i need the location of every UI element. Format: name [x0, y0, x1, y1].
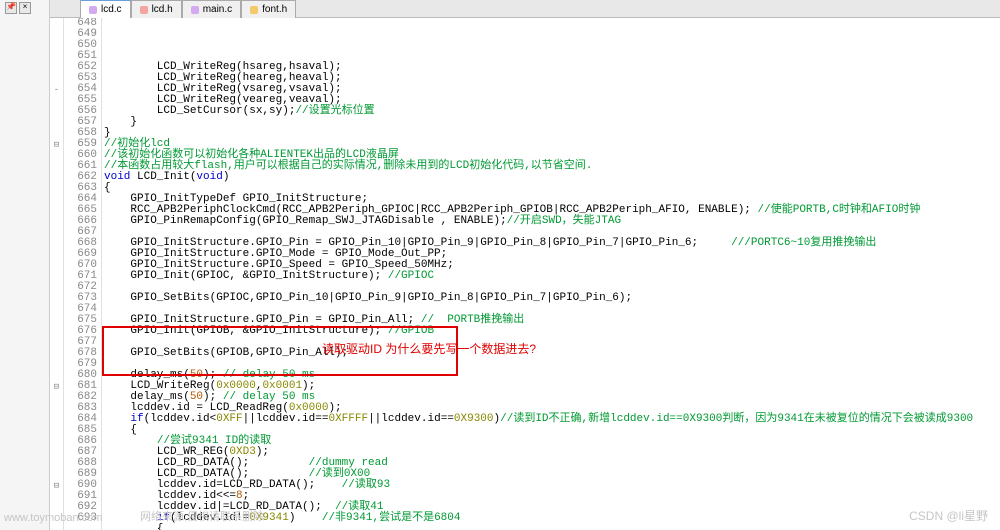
tab-label: lcd.c	[101, 4, 122, 15]
fold-toggle	[50, 272, 63, 283]
fold-toggle[interactable]: ⊟	[50, 481, 63, 492]
code-line[interactable]: GPIO_PinRemapConfig(GPIO_Remap_SWJ_JTAGD…	[104, 216, 1000, 227]
fold-gutter[interactable]: - ⊟ ⊟ ⊟	[50, 18, 64, 530]
fold-toggle	[50, 360, 63, 371]
fold-toggle	[50, 404, 63, 415]
fold-toggle	[50, 228, 63, 239]
fold-toggle	[50, 118, 63, 129]
code-line[interactable]: LCD_SetCursor(sx,sy);//设置光标位置	[104, 106, 1000, 117]
file-icon	[250, 6, 258, 14]
fold-toggle	[50, 470, 63, 481]
line-number-gutter: 6486496506516526536546556566576586596606…	[64, 18, 102, 530]
tab-label: lcd.h	[152, 4, 173, 15]
fold-toggle[interactable]: ⊟	[50, 140, 63, 151]
tab-font-h[interactable]: font.h	[241, 0, 296, 18]
side-panel: 📌 ×	[0, 0, 50, 530]
fold-toggle	[50, 448, 63, 459]
fold-toggle	[50, 151, 63, 162]
fold-toggle	[50, 96, 63, 107]
fold-toggle	[50, 217, 63, 228]
fold-toggle	[50, 41, 63, 52]
code-line[interactable]: GPIO_SetBits(GPIOB,GPIO_Pin_All);	[104, 348, 1000, 359]
code-line[interactable]: void LCD_Init(void)	[104, 172, 1000, 183]
annotation-text: 读取驱动ID 为什么要先写一个数据进去?	[322, 344, 536, 355]
code-line[interactable]: GPIO_Init(GPIOB, &GPIO_InitStructure); /…	[104, 326, 1000, 337]
tab-lcd-c[interactable]: lcd.c	[80, 0, 131, 18]
fold-toggle	[50, 294, 63, 305]
fold-toggle	[50, 459, 63, 470]
watermark-right: CSDN @li星野	[909, 507, 988, 524]
fold-toggle	[50, 162, 63, 173]
pin-icon[interactable]: 📌	[5, 2, 17, 14]
fold-toggle	[50, 327, 63, 338]
code-editor[interactable]: - ⊟ ⊟ ⊟ 64864965065165265365465565665765865…	[50, 18, 1000, 530]
fold-toggle	[50, 63, 63, 74]
code-line[interactable]: //本函数占用较大flash,用户可以根据自己的实际情况,删除未用到的LCD初始…	[104, 161, 1000, 172]
fold-toggle	[50, 19, 63, 30]
fold-toggle	[50, 393, 63, 404]
fold-toggle	[50, 415, 63, 426]
fold-toggle	[50, 371, 63, 382]
editor-tabs: lcd.c lcd.h main.c font.h	[50, 0, 1000, 18]
fold-toggle	[50, 283, 63, 294]
tab-label: font.h	[262, 4, 287, 15]
fold-toggle	[50, 184, 63, 195]
fold-toggle	[50, 349, 63, 360]
code-line[interactable]: GPIO_SetBits(GPIOC,GPIO_Pin_10|GPIO_Pin_…	[104, 293, 1000, 304]
fold-toggle	[50, 173, 63, 184]
code-line[interactable]: }	[104, 117, 1000, 128]
fold-toggle	[50, 52, 63, 63]
fold-toggle	[50, 305, 63, 316]
fold-toggle	[50, 195, 63, 206]
file-icon	[191, 6, 199, 14]
fold-toggle	[50, 261, 63, 272]
code-line[interactable]: }	[104, 128, 1000, 139]
watermark-mid: 网络来源,侵权请联系删除	[140, 508, 264, 524]
code-body[interactable]: 读取驱动ID 为什么要先写一个数据进去? LCD_WriteReg(hsareg…	[102, 18, 1000, 530]
fold-toggle	[50, 206, 63, 217]
close-icon[interactable]: ×	[19, 2, 31, 14]
watermark-left: www.toymoban.com	[4, 512, 102, 524]
fold-toggle	[50, 129, 63, 140]
fold-toggle	[50, 316, 63, 327]
fold-toggle	[50, 437, 63, 448]
fold-toggle	[50, 250, 63, 261]
fold-toggle	[50, 107, 63, 118]
code-line[interactable]: {	[104, 524, 1000, 530]
file-icon	[89, 6, 97, 14]
fold-toggle	[50, 74, 63, 85]
code-line[interactable]: GPIO_Init(GPIOC, &GPIO_InitStructure); /…	[104, 271, 1000, 282]
tab-lcd-h[interactable]: lcd.h	[131, 0, 182, 18]
fold-toggle	[50, 426, 63, 437]
tab-label: main.c	[203, 4, 232, 15]
fold-toggle	[50, 338, 63, 349]
tab-main-c[interactable]: main.c	[182, 0, 241, 18]
fold-toggle	[50, 492, 63, 503]
fold-toggle[interactable]: ⊟	[50, 382, 63, 393]
fold-toggle	[50, 239, 63, 250]
fold-toggle	[50, 30, 63, 41]
code-line[interactable]: if(lcddev.id<0XFF||lcddev.id==0XFFFF||lc…	[104, 414, 1000, 425]
file-icon	[140, 6, 148, 14]
fold-toggle[interactable]: -	[50, 85, 63, 96]
